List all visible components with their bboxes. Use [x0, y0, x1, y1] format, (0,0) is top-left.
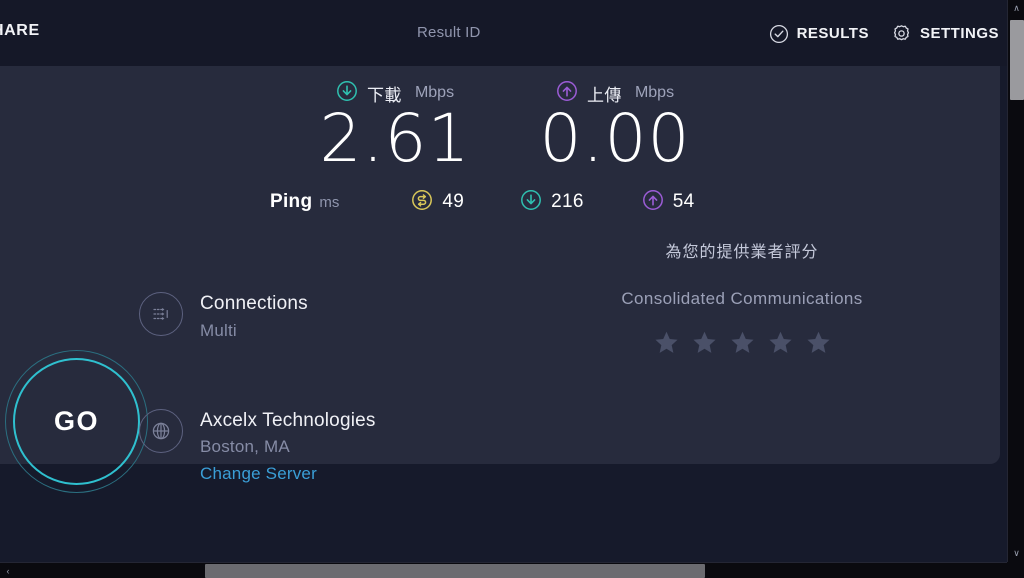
star-icon[interactable]	[653, 329, 680, 356]
upload-arrow-circle-icon	[642, 189, 664, 216]
change-server-link[interactable]: Change Server	[200, 463, 1007, 486]
ping-idle-value: 49	[442, 191, 465, 212]
ping-download: 216	[520, 189, 584, 216]
speed-results: 下載 Mbps 2.61 上傳 Mbps 0.00	[300, 80, 720, 174]
results-button[interactable]: RESULTS	[769, 24, 869, 44]
settings-button[interactable]: SETTINGS	[891, 23, 999, 44]
vertical-scrollbar[interactable]: ∧ ∨	[1007, 0, 1024, 562]
header-actions: RESULTS SETTINGS	[769, 23, 999, 44]
result-id-label: Result ID	[417, 24, 481, 41]
ping-results: Ping ms 49 216 54	[270, 188, 694, 216]
rating-title: 為您的提供業者評分	[665, 244, 819, 261]
ping-download-value: 216	[551, 191, 584, 212]
ping-label: Ping	[270, 191, 313, 212]
ping-unit: ms	[319, 193, 340, 211]
speedtest-app-window: HARE Result ID RESULTS	[0, 0, 1024, 578]
go-button-label: GO	[53, 406, 99, 436]
server-text: Axcelx Technologies Boston, MA Change Se…	[139, 409, 1007, 487]
star-icon[interactable]	[805, 329, 832, 356]
download-value: 2.61	[319, 100, 471, 177]
download-result: 下載 Mbps 2.61	[300, 80, 490, 174]
scroll-left-arrow-icon[interactable]: ‹	[0, 563, 16, 578]
download-arrow-circle-icon	[520, 189, 542, 216]
ping-upload-value: 54	[672, 191, 695, 212]
ping-upload: 54	[642, 189, 695, 216]
ping-idle: 49	[411, 189, 464, 216]
page-viewport: HARE Result ID RESULTS	[0, 0, 1007, 562]
upload-result: 上傳 Mbps 0.00	[520, 80, 710, 174]
upload-value: 0.00	[539, 100, 691, 177]
provider-rating-panel: 為您的提供業者評分 Consolidated Communications	[592, 238, 892, 356]
star-icon[interactable]	[691, 329, 718, 356]
globe-icon	[139, 408, 183, 453]
rating-stars[interactable]	[592, 329, 892, 356]
horizontal-scrollbar[interactable]: ‹ ›	[0, 562, 1024, 578]
share-button[interactable]: HARE	[0, 22, 40, 40]
gear-icon	[891, 23, 912, 44]
settings-button-label: SETTINGS	[919, 25, 999, 42]
app-header: HARE Result ID RESULTS	[0, 0, 1007, 66]
server-name: Axcelx Technologies	[200, 409, 376, 431]
rating-provider-name: Consolidated Communications	[621, 289, 863, 308]
multi-connection-icon	[139, 292, 183, 336]
idle-latency-circle-icon	[411, 189, 433, 216]
scroll-down-arrow-icon[interactable]: ∨	[1008, 545, 1024, 562]
vertical-scrollbar-thumb[interactable]	[1010, 20, 1024, 100]
result-card: 下載 Mbps 2.61 上傳 Mbps 0.00 Ping ms 49 216…	[0, 66, 1000, 493]
horizontal-scrollbar-thumb[interactable]	[205, 564, 705, 578]
check-circle-icon	[769, 24, 789, 44]
star-icon[interactable]	[767, 329, 794, 356]
results-button-label: RESULTS	[796, 25, 869, 42]
share-button-label: HARE	[0, 22, 40, 39]
scrollbar-corner	[1007, 562, 1024, 578]
scroll-up-arrow-icon[interactable]: ∧	[1008, 0, 1024, 17]
star-icon[interactable]	[729, 329, 756, 356]
server-row: Axcelx Technologies Boston, MA Change Se…	[139, 408, 1007, 487]
go-button[interactable]: GO	[5, 350, 148, 493]
server-location: Boston, MA	[200, 437, 290, 457]
